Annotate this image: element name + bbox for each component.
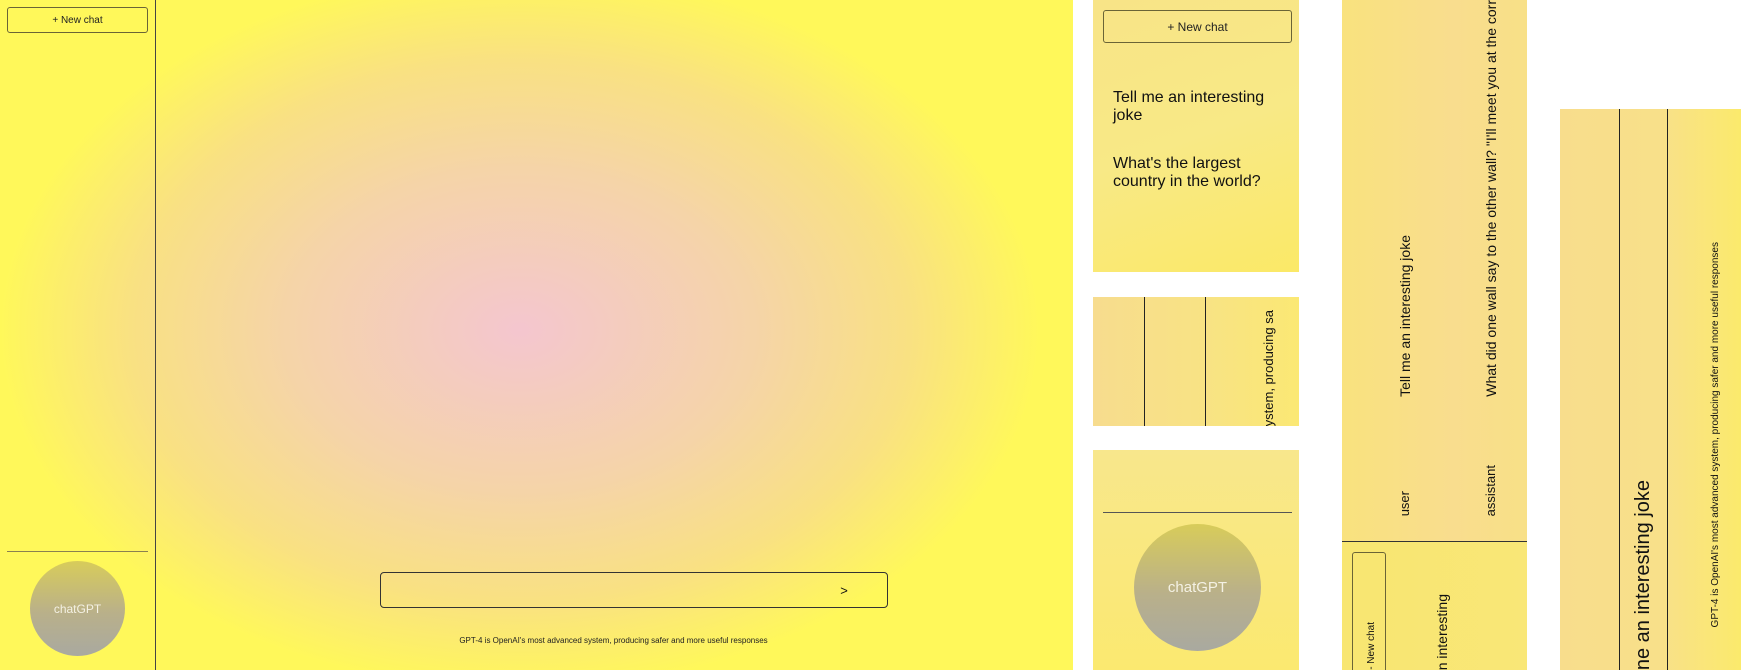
main-chat-view: + New chat chatGPT > GPT-4 is OpenAI's m… [0,0,1073,670]
chat-history-item[interactable]: What's the largest country in the world? [1113,155,1283,191]
input-border-left [1144,297,1145,426]
conversation-divider [1342,541,1527,542]
send-button[interactable]: > [836,578,852,602]
input-border-right [1205,297,1206,426]
footer-disclaimer: GPT-4 is OpenAI's most advanced system, … [459,636,768,645]
footer-disclaimer: GPT-4 is OpenAI's most advanced system, … [1710,241,1721,627]
new-chat-button[interactable]: + New chat [7,7,148,33]
sidebar-divider [1103,512,1292,513]
new-chat-label: - New chat [1366,622,1377,670]
user-message: Tell me an interesting joke [1397,235,1413,397]
input-border-left [1619,109,1620,670]
rotated-conversation-view: Tell me an interesting joke What did one… [1342,0,1527,670]
rotated-composer-strip: ystem, producing sa [1093,297,1299,426]
chatgpt-logo: chatGPT [30,561,125,656]
input-border-right [1667,109,1668,670]
rotated-composer-view: ne an interesting joke GPT-4 is OpenAI's… [1560,109,1741,670]
assistant-role-label: assistant [1483,464,1498,516]
narrow-sidebar-bottom: chatGPT [1093,450,1299,670]
sidebar: + New chat chatGPT [0,0,156,670]
chatgpt-logo: chatGPT [1134,524,1261,651]
narrow-sidebar-view: + New chat Tell me an interesting joke W… [1093,0,1299,272]
message-input[interactable]: ne an interesting joke [1632,480,1655,670]
new-chat-button[interactable]: + New chat [1103,10,1292,43]
user-role-label: user [1397,490,1412,516]
chat-history-item[interactable]: n interesting [1434,594,1450,670]
message-input[interactable] [380,572,888,608]
chat-history-item[interactable]: Tell me an interesting joke [1113,89,1283,125]
sidebar-divider [7,551,148,552]
assistant-message: What did one wall say to the other wall?… [1483,0,1499,397]
footer-fragment: ystem, producing sa [1261,309,1276,426]
